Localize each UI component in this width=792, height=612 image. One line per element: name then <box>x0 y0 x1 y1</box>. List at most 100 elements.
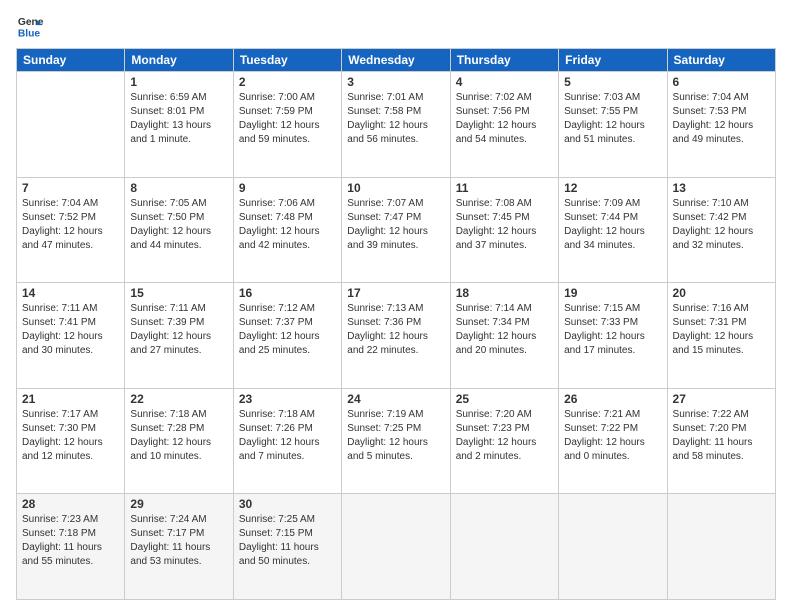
day-number: 8 <box>130 181 227 195</box>
day-number: 30 <box>239 497 336 511</box>
day-number: 11 <box>456 181 553 195</box>
svg-text:General: General <box>18 17 44 28</box>
cell-content: Sunrise: 7:00 AM Sunset: 7:59 PM Dayligh… <box>239 91 336 147</box>
calendar-cell: 30 Sunrise: 7:25 AM Sunset: 7:15 PM Dayli… <box>233 494 341 600</box>
cell-content: Sunrise: 7:24 AM Sunset: 7:17 PM Dayligh… <box>130 513 227 569</box>
cell-content: Sunrise: 7:17 AM Sunset: 7:30 PM Dayligh… <box>22 408 119 464</box>
calendar-cell: 14 Sunrise: 7:11 AM Sunset: 7:41 PM Dayli… <box>17 283 125 389</box>
calendar-cell: 9 Sunrise: 7:06 AM Sunset: 7:48 PM Daylig… <box>233 177 341 283</box>
cell-content: Sunrise: 7:14 AM Sunset: 7:34 PM Dayligh… <box>456 302 553 358</box>
calendar-cell: 29 Sunrise: 7:24 AM Sunset: 7:17 PM Dayli… <box>125 494 233 600</box>
cell-content: Sunrise: 7:12 AM Sunset: 7:37 PM Dayligh… <box>239 302 336 358</box>
cell-content: Sunrise: 7:02 AM Sunset: 7:56 PM Dayligh… <box>456 91 553 147</box>
calendar-cell: 25 Sunrise: 7:20 AM Sunset: 7:23 PM Dayli… <box>450 388 558 494</box>
week-row-0: 1 Sunrise: 6:59 AM Sunset: 8:01 PM Daylig… <box>17 72 776 178</box>
day-number: 9 <box>239 181 336 195</box>
logo: General Blue <box>16 12 44 40</box>
day-header-friday: Friday <box>559 49 667 72</box>
header: General Blue <box>16 12 776 40</box>
calendar-cell: 10 Sunrise: 7:07 AM Sunset: 7:47 PM Dayli… <box>342 177 450 283</box>
cell-content: Sunrise: 7:16 AM Sunset: 7:31 PM Dayligh… <box>673 302 770 358</box>
cell-content: Sunrise: 7:20 AM Sunset: 7:23 PM Dayligh… <box>456 408 553 464</box>
calendar-cell: 8 Sunrise: 7:05 AM Sunset: 7:50 PM Daylig… <box>125 177 233 283</box>
day-number: 1 <box>130 75 227 89</box>
page: General Blue SundayMondayTuesdayWednesda… <box>0 0 792 612</box>
day-number: 17 <box>347 286 444 300</box>
day-header-saturday: Saturday <box>667 49 775 72</box>
day-header-tuesday: Tuesday <box>233 49 341 72</box>
day-number: 10 <box>347 181 444 195</box>
logo-icon: General Blue <box>16 12 44 40</box>
day-number: 22 <box>130 392 227 406</box>
cell-content: Sunrise: 7:05 AM Sunset: 7:50 PM Dayligh… <box>130 197 227 253</box>
calendar-cell: 21 Sunrise: 7:17 AM Sunset: 7:30 PM Dayli… <box>17 388 125 494</box>
calendar-cell: 15 Sunrise: 7:11 AM Sunset: 7:39 PM Dayli… <box>125 283 233 389</box>
cell-content: Sunrise: 7:13 AM Sunset: 7:36 PM Dayligh… <box>347 302 444 358</box>
calendar-cell: 23Sunrise: 7:18 AM Sunset: 7:26 PM Dayli… <box>233 388 341 494</box>
week-row-3: 21 Sunrise: 7:17 AM Sunset: 7:30 PM Dayli… <box>17 388 776 494</box>
calendar-cell: 12 Sunrise: 7:09 AM Sunset: 7:44 PM Dayli… <box>559 177 667 283</box>
calendar-cell: 18 Sunrise: 7:14 AM Sunset: 7:34 PM Dayli… <box>450 283 558 389</box>
calendar-cell <box>17 72 125 178</box>
day-number: 21 <box>22 392 119 406</box>
day-number: 15 <box>130 286 227 300</box>
calendar-cell: 13Sunrise: 7:10 AM Sunset: 7:42 PM Dayli… <box>667 177 775 283</box>
cell-content: Sunrise: 6:59 AM Sunset: 8:01 PM Dayligh… <box>130 91 227 147</box>
calendar-cell: 5Sunrise: 7:03 AM Sunset: 7:55 PM Daylig… <box>559 72 667 178</box>
day-number: 4 <box>456 75 553 89</box>
day-header-thursday: Thursday <box>450 49 558 72</box>
day-number: 27 <box>673 392 770 406</box>
calendar-cell <box>667 494 775 600</box>
day-number: 23 <box>239 392 336 406</box>
calendar-cell: 19 Sunrise: 7:15 AM Sunset: 7:33 PM Dayli… <box>559 283 667 389</box>
day-number: 25 <box>456 392 553 406</box>
calendar-cell <box>450 494 558 600</box>
cell-content: Sunrise: 7:03 AM Sunset: 7:55 PM Dayligh… <box>564 91 661 147</box>
cell-content: Sunrise: 7:09 AM Sunset: 7:44 PM Dayligh… <box>564 197 661 253</box>
calendar-cell: 4 Sunrise: 7:02 AM Sunset: 7:56 PM Daylig… <box>450 72 558 178</box>
cell-content: Sunrise: 7:11 AM Sunset: 7:39 PM Dayligh… <box>130 302 227 358</box>
day-number: 19 <box>564 286 661 300</box>
cell-content: Sunrise: 7:19 AM Sunset: 7:25 PM Dayligh… <box>347 408 444 464</box>
calendar-cell <box>342 494 450 600</box>
week-row-4: 28 Sunrise: 7:23 AM Sunset: 7:18 PM Dayli… <box>17 494 776 600</box>
cell-content: Sunrise: 7:18 AM Sunset: 7:28 PM Dayligh… <box>130 408 227 464</box>
week-row-2: 14 Sunrise: 7:11 AM Sunset: 7:41 PM Dayli… <box>17 283 776 389</box>
day-number: 24 <box>347 392 444 406</box>
day-number: 29 <box>130 497 227 511</box>
day-number: 14 <box>22 286 119 300</box>
day-number: 18 <box>456 286 553 300</box>
cell-content: Sunrise: 7:15 AM Sunset: 7:33 PM Dayligh… <box>564 302 661 358</box>
calendar-cell: 7 Sunrise: 7:04 AM Sunset: 7:52 PM Daylig… <box>17 177 125 283</box>
calendar-cell: 2Sunrise: 7:00 AM Sunset: 7:59 PM Daylig… <box>233 72 341 178</box>
calendar-body: 1 Sunrise: 6:59 AM Sunset: 8:01 PM Daylig… <box>17 72 776 600</box>
week-row-1: 7 Sunrise: 7:04 AM Sunset: 7:52 PM Daylig… <box>17 177 776 283</box>
cell-content: Sunrise: 7:21 AM Sunset: 7:22 PM Dayligh… <box>564 408 661 464</box>
day-header-sunday: Sunday <box>17 49 125 72</box>
cell-content: Sunrise: 7:04 AM Sunset: 7:52 PM Dayligh… <box>22 197 119 253</box>
calendar-cell: 16Sunrise: 7:12 AM Sunset: 7:37 PM Dayli… <box>233 283 341 389</box>
day-number: 7 <box>22 181 119 195</box>
cell-content: Sunrise: 7:11 AM Sunset: 7:41 PM Dayligh… <box>22 302 119 358</box>
calendar-header-row: SundayMondayTuesdayWednesdayThursdayFrid… <box>17 49 776 72</box>
cell-content: Sunrise: 7:06 AM Sunset: 7:48 PM Dayligh… <box>239 197 336 253</box>
day-header-wednesday: Wednesday <box>342 49 450 72</box>
cell-content: Sunrise: 7:23 AM Sunset: 7:18 PM Dayligh… <box>22 513 119 569</box>
calendar-cell: 27Sunrise: 7:22 AM Sunset: 7:20 PM Dayli… <box>667 388 775 494</box>
cell-content: Sunrise: 7:25 AM Sunset: 7:15 PM Dayligh… <box>239 513 336 569</box>
calendar-cell <box>559 494 667 600</box>
calendar-cell: 22 Sunrise: 7:18 AM Sunset: 7:28 PM Dayli… <box>125 388 233 494</box>
day-number: 28 <box>22 497 119 511</box>
calendar-cell: 26Sunrise: 7:21 AM Sunset: 7:22 PM Dayli… <box>559 388 667 494</box>
cell-content: Sunrise: 7:01 AM Sunset: 7:58 PM Dayligh… <box>347 91 444 147</box>
day-number: 12 <box>564 181 661 195</box>
calendar: SundayMondayTuesdayWednesdayThursdayFrid… <box>16 48 776 600</box>
calendar-cell: 6Sunrise: 7:04 AM Sunset: 7:53 PM Daylig… <box>667 72 775 178</box>
calendar-cell: 17 Sunrise: 7:13 AM Sunset: 7:36 PM Dayli… <box>342 283 450 389</box>
cell-content: Sunrise: 7:07 AM Sunset: 7:47 PM Dayligh… <box>347 197 444 253</box>
svg-text:Blue: Blue <box>18 28 41 39</box>
cell-content: Sunrise: 7:08 AM Sunset: 7:45 PM Dayligh… <box>456 197 553 253</box>
calendar-cell: 24 Sunrise: 7:19 AM Sunset: 7:25 PM Dayli… <box>342 388 450 494</box>
cell-content: Sunrise: 7:10 AM Sunset: 7:42 PM Dayligh… <box>673 197 770 253</box>
day-header-monday: Monday <box>125 49 233 72</box>
